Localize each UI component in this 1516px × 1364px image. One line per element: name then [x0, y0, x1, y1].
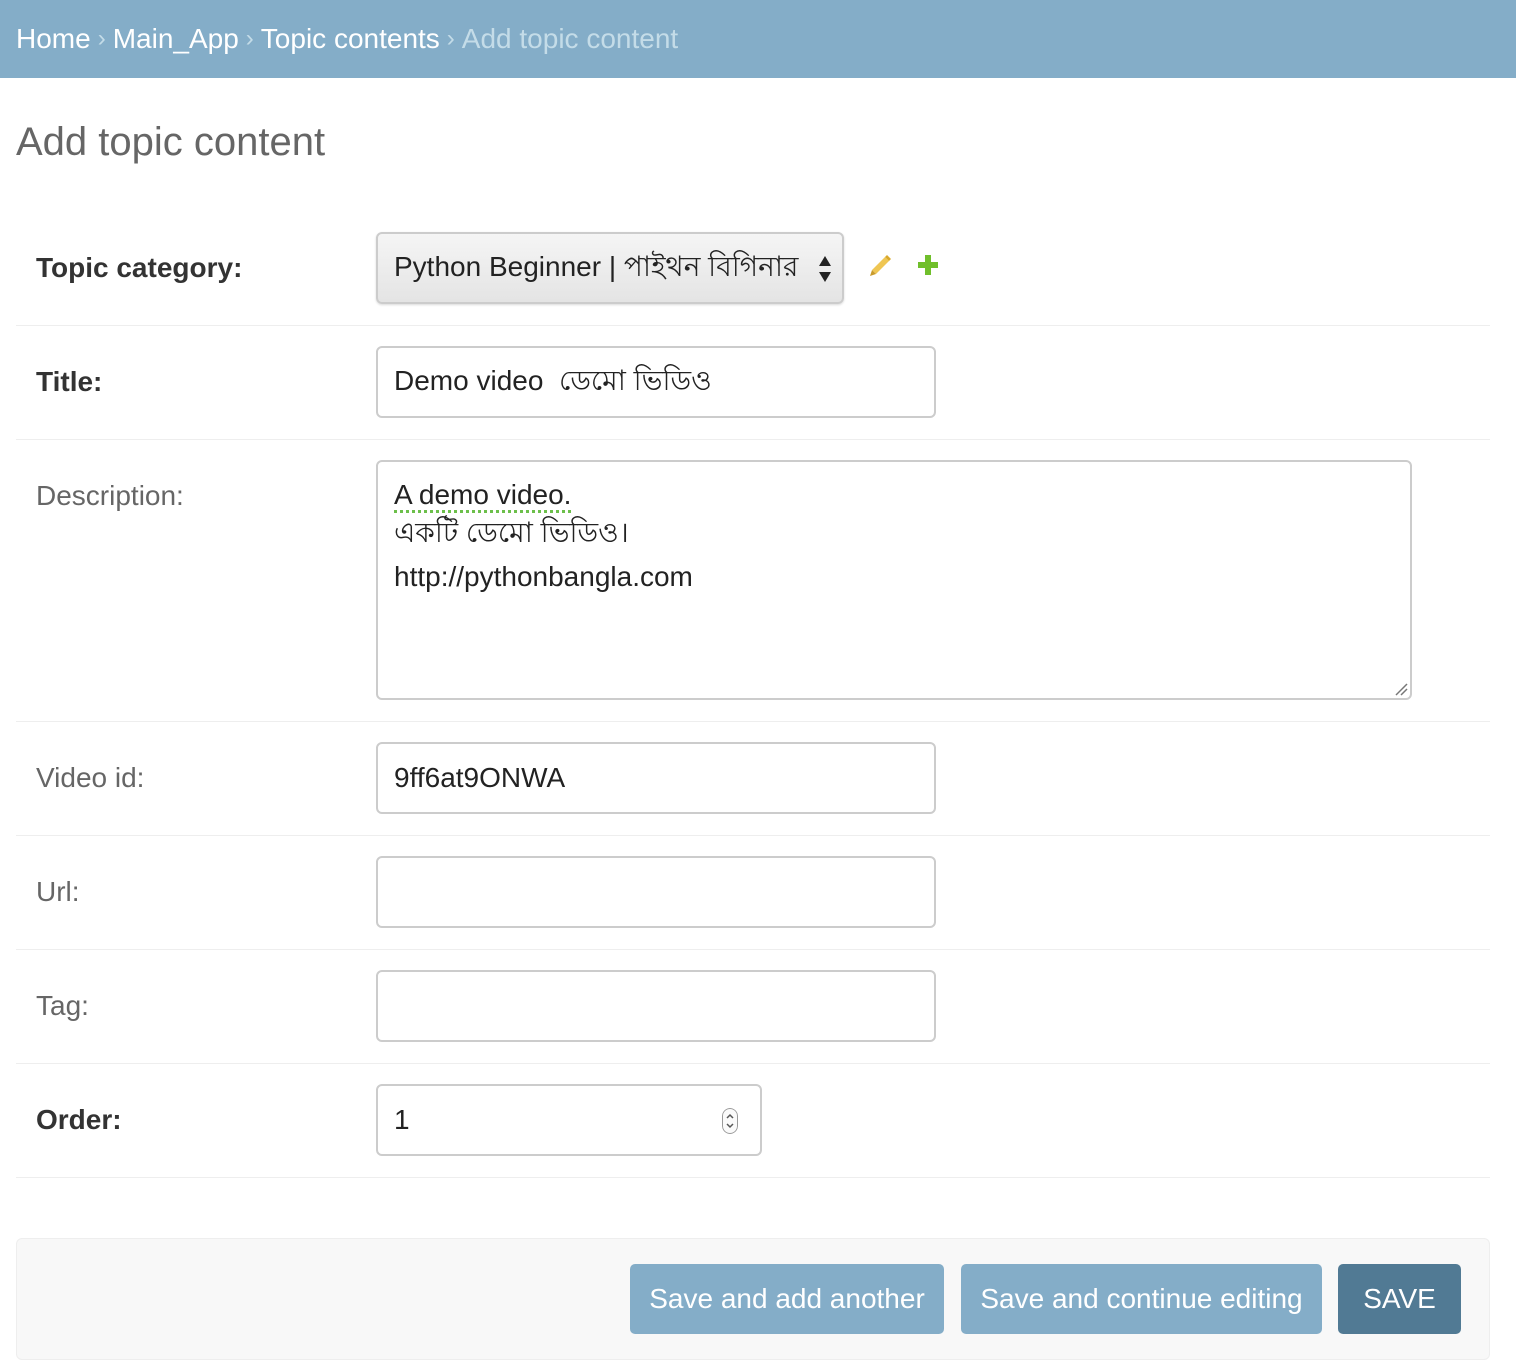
- video-id-label: Video id:: [36, 762, 145, 793]
- form-row-order: Order: 1: [16, 1064, 1490, 1178]
- order-label: Order:: [36, 1104, 122, 1135]
- url-input[interactable]: [376, 856, 936, 928]
- select-arrows-icon: [819, 256, 831, 282]
- breadcrumb-separator: ›: [97, 25, 106, 52]
- tag-input[interactable]: [376, 970, 936, 1042]
- description-line-3: http://pythonbangla.com: [394, 561, 693, 592]
- topic-category-label: Topic category:: [36, 252, 243, 283]
- breadcrumb-model-link[interactable]: Topic contents: [261, 23, 440, 55]
- form-row-tag: Tag:: [16, 950, 1490, 1064]
- url-label: Url:: [36, 876, 80, 907]
- tag-label: Tag:: [36, 990, 89, 1021]
- breadcrumb-current: Add topic content: [461, 23, 679, 54]
- topic-category-selected-value: Python Beginner | পাইথন বিগিনার: [394, 250, 799, 282]
- order-number-input[interactable]: 1: [376, 1084, 762, 1156]
- description-line-1: A demo video.: [394, 479, 572, 510]
- description-line-2: একটি ডেমো ভিডিও।: [394, 517, 629, 548]
- page-title: Add topic content: [16, 120, 326, 164]
- description-line: A demo video.: [394, 476, 1394, 514]
- breadcrumb-separator: ›: [245, 25, 254, 52]
- form-row-title: Title: Demo video ডেমো ভিডিও: [16, 326, 1490, 440]
- form-row-video-id: Video id: 9ff6at9ONWA: [16, 722, 1490, 836]
- video-id-input[interactable]: 9ff6at9ONWA: [376, 742, 936, 814]
- resize-grip-icon[interactable]: [1394, 682, 1408, 696]
- submit-row: Save and add another Save and continue e…: [16, 1238, 1490, 1360]
- pencil-icon[interactable]: [868, 252, 894, 278]
- order-input-value: 1: [394, 1104, 410, 1135]
- description-label: Description:: [36, 480, 184, 511]
- title-input-value: Demo video ডেমো ভিডিও: [394, 364, 712, 396]
- save-button[interactable]: SAVE: [1338, 1264, 1461, 1334]
- description-textarea[interactable]: A demo video. একটি ডেমো ভিডিও। http://py…: [376, 460, 1412, 700]
- breadcrumb-home-link[interactable]: Home: [16, 23, 91, 55]
- add-form: Topic category: Python Beginner | পাইথন …: [16, 212, 1490, 1178]
- topic-category-select[interactable]: Python Beginner | পাইথন বিগিনার: [376, 232, 844, 304]
- plus-icon[interactable]: [916, 253, 940, 277]
- related-widget-links: [868, 252, 940, 278]
- title-label: Title:: [36, 366, 103, 397]
- breadcrumb-app-link[interactable]: Main_App: [113, 23, 239, 55]
- form-row-url: Url:: [16, 836, 1490, 950]
- form-row-topic-category: Topic category: Python Beginner | পাইথন …: [16, 212, 1490, 326]
- number-spinner-icon[interactable]: [722, 1108, 738, 1134]
- breadcrumb: Home › Main_App › Topic contents › Add t…: [0, 0, 1516, 78]
- title-input[interactable]: Demo video ডেমো ভিডিও: [376, 346, 936, 418]
- form-row-description: Description: A demo video. একটি ডেমো ভিড…: [16, 440, 1490, 722]
- video-id-input-value: 9ff6at9ONWA: [394, 762, 566, 793]
- save-and-add-another-button[interactable]: Save and add another: [630, 1264, 944, 1334]
- save-and-continue-button[interactable]: Save and continue editing: [961, 1264, 1322, 1334]
- breadcrumb-separator: ›: [446, 25, 455, 52]
